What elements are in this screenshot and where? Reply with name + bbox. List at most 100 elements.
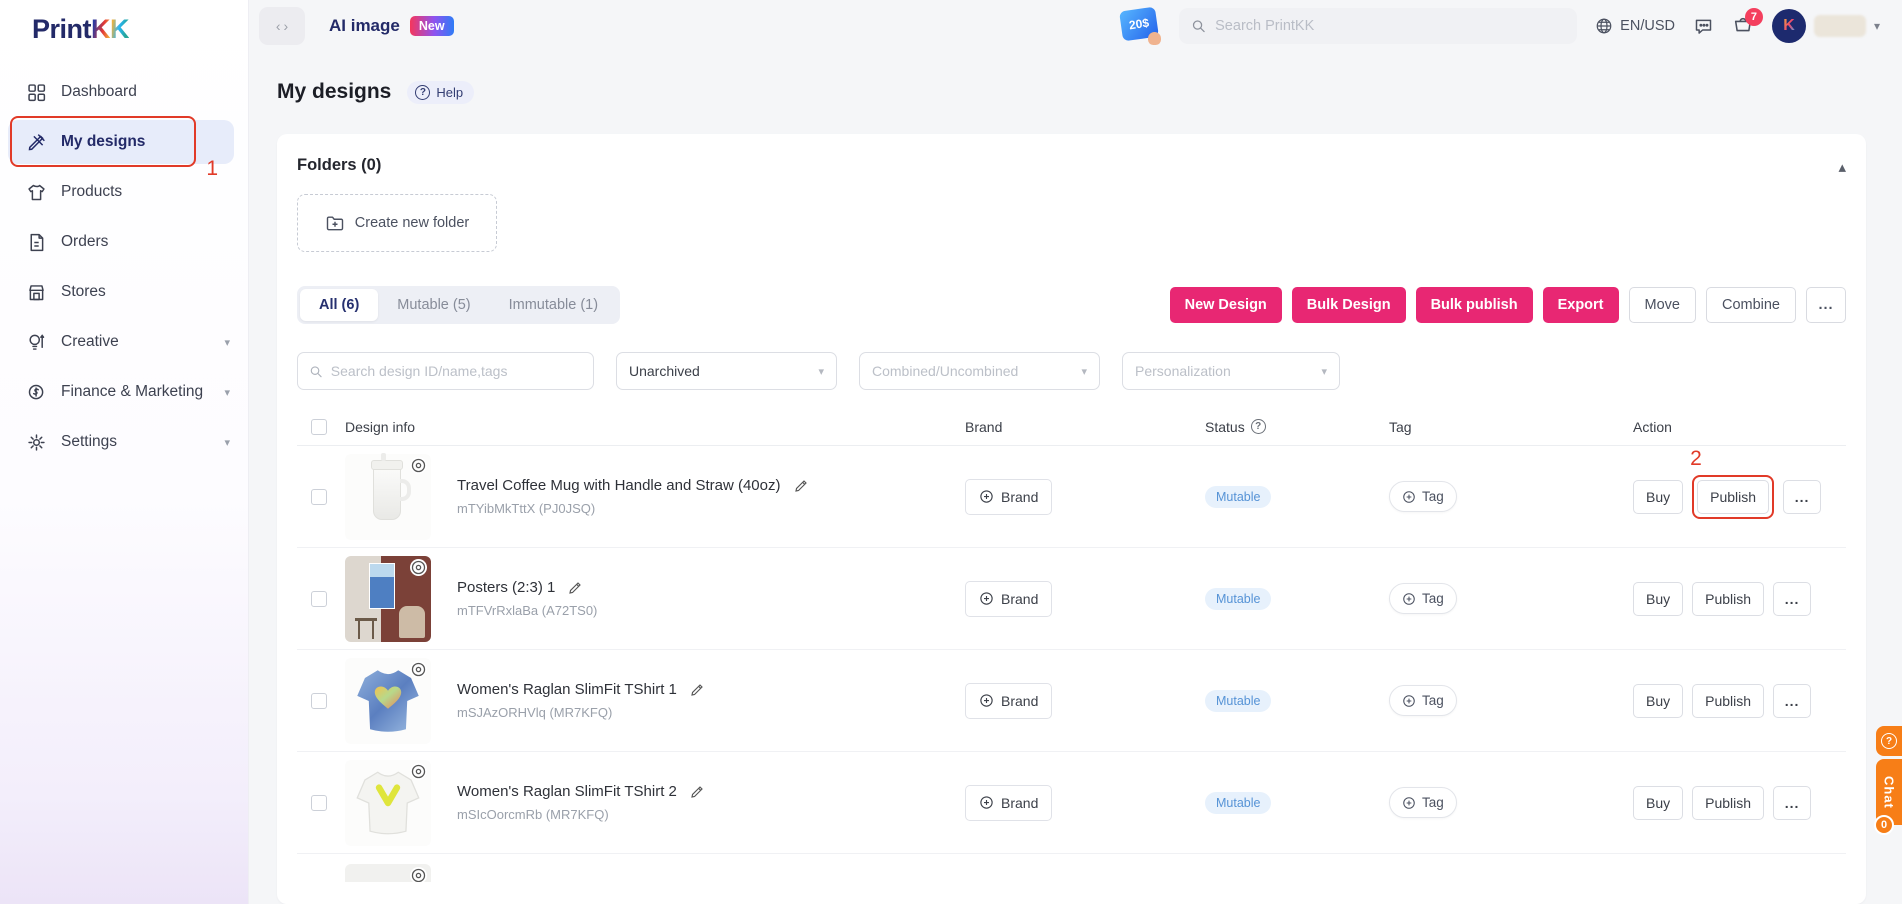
messages-button[interactable] (1693, 16, 1714, 37)
export-button[interactable]: Export (1543, 287, 1619, 323)
edit-icon[interactable] (689, 682, 705, 698)
design-thumbnail-partial[interactable] (345, 864, 431, 882)
design-thumbnail-mug[interactable] (345, 454, 431, 540)
edit-icon[interactable] (567, 580, 583, 596)
buy-button[interactable]: Buy (1633, 684, 1683, 718)
bulk-publish-button[interactable]: Bulk publish (1416, 287, 1533, 323)
status-badge: Mutable (1205, 588, 1271, 610)
tag-button-label: Tag (1422, 795, 1444, 810)
row-checkbox[interactable] (311, 489, 327, 505)
tag-button-label: Tag (1422, 693, 1444, 708)
sidebar-item-stores[interactable]: Stores (0, 267, 248, 317)
avatar-initial: K (1783, 17, 1795, 35)
chat-help-button[interactable]: ? (1876, 726, 1902, 756)
design-search-input[interactable] (331, 363, 582, 379)
brand-button[interactable]: Brand (965, 785, 1052, 821)
printkk-logo[interactable]: PrintKK (0, 0, 248, 45)
plus-circle-icon (979, 693, 994, 708)
toolbar-more-button[interactable]: ... (1806, 287, 1846, 323)
folders-section-header: Folders (0) ▴ (297, 150, 1846, 180)
buy-button[interactable]: Buy (1633, 582, 1683, 616)
design-id: mSIcOorcmRb (MR7KFQ) (457, 807, 705, 822)
store-icon (26, 282, 47, 303)
design-thumbnail-poster[interactable] (345, 556, 431, 642)
tag-button[interactable]: Tag (1389, 685, 1457, 716)
brand-button[interactable]: Brand (965, 683, 1052, 719)
chat-count-badge: 0 (1874, 815, 1894, 835)
buy-button[interactable]: Buy (1633, 786, 1683, 820)
preview-icon[interactable] (410, 763, 427, 780)
sidebar-item-label: Stores (61, 283, 106, 301)
folder-plus-icon (325, 213, 345, 233)
preview-icon[interactable] (410, 661, 427, 678)
design-name: Posters (2:3) 1 (457, 579, 555, 596)
personalization-filter-select[interactable]: Personalization ▾ (1122, 352, 1340, 390)
tab-mutable[interactable]: Mutable (5) (378, 289, 489, 321)
new-design-button[interactable]: New Design (1170, 287, 1282, 323)
design-id: mTFVrRxlaBa (A72TS0) (457, 603, 597, 618)
logo-text-print: Print (32, 14, 91, 45)
preview-icon[interactable] (410, 559, 427, 576)
sidebar-item-dashboard[interactable]: Dashboard (0, 67, 248, 117)
combined-filter-select[interactable]: Combined/Uncombined ▾ (859, 352, 1100, 390)
tab-immutable[interactable]: Immutable (1) (490, 289, 617, 321)
sidebar-item-products[interactable]: Products (0, 167, 248, 217)
tshirt-icon (26, 182, 47, 203)
archive-filter-select[interactable]: Unarchived ▾ (616, 352, 837, 390)
sidebar-item-orders[interactable]: Orders (0, 217, 248, 267)
design-thumbnail-tshirt-blue[interactable] (345, 658, 431, 744)
sidebar: PrintKK Dashboard My designs 1 Products … (0, 0, 249, 904)
sidebar-item-finance-marketing[interactable]: Finance & Marketing ▾ (0, 367, 248, 417)
annotation-step-2: 2 (1690, 447, 1702, 471)
global-search-input[interactable] (1215, 18, 1565, 34)
logo-text-kk: KK (91, 14, 129, 45)
row-more-button[interactable]: ... (1783, 480, 1821, 514)
tag-button[interactable]: Tag (1389, 787, 1457, 818)
chevron-down-icon: ▾ (224, 336, 230, 349)
edit-icon[interactable] (793, 478, 809, 494)
design-thumbnail-tshirt-white[interactable] (345, 760, 431, 846)
designs-toolbar: All (6) Mutable (5) Immutable (1) New De… (297, 286, 1846, 324)
tag-button[interactable]: Tag (1389, 481, 1457, 512)
bulk-design-button[interactable]: Bulk Design (1292, 287, 1406, 323)
mug-art (373, 466, 401, 520)
brand-button[interactable]: Brand (965, 581, 1052, 617)
create-folder-button[interactable]: Create new folder (297, 194, 497, 252)
buy-button[interactable]: Buy (1633, 480, 1683, 514)
row-more-button[interactable]: ... (1773, 684, 1811, 718)
select-all-checkbox[interactable] (311, 419, 327, 435)
tag-button-label: Tag (1422, 489, 1444, 504)
locale-switcher[interactable]: EN/USD (1595, 17, 1675, 35)
publish-button[interactable]: Publish (1692, 786, 1764, 820)
sidebar-collapse-button[interactable]: ‹› (259, 7, 305, 45)
edit-icon[interactable] (689, 784, 705, 800)
status-help-icon[interactable]: ? (1251, 419, 1266, 434)
sidebar-item-settings[interactable]: Settings ▾ (0, 417, 248, 467)
sidebar-item-creative[interactable]: Creative ▾ (0, 317, 248, 367)
coupon-icon[interactable]: 20$ (1121, 7, 1161, 45)
move-button[interactable]: Move (1629, 287, 1696, 323)
row-more-button[interactable]: ... (1773, 582, 1811, 616)
publish-button[interactable]: Publish (1692, 684, 1764, 718)
sidebar-item-my-designs[interactable]: My designs 1 (0, 117, 248, 167)
tab-all[interactable]: All (6) (300, 289, 378, 321)
help-button[interactable]: ? Help (407, 81, 474, 104)
new-badge: New (410, 16, 454, 36)
row-checkbox[interactable] (311, 693, 327, 709)
row-checkbox[interactable] (311, 591, 327, 607)
row-checkbox[interactable] (311, 795, 327, 811)
row-more-button[interactable]: ... (1773, 786, 1811, 820)
collapse-section-icon[interactable]: ▴ (1838, 158, 1846, 176)
preview-icon[interactable] (410, 457, 427, 474)
preview-icon[interactable] (410, 867, 427, 882)
folders-title: Folders (0) (297, 156, 381, 175)
table-header: Design info Brand Status? Tag Action (297, 408, 1846, 446)
ai-image-nav[interactable]: AI image New (329, 16, 454, 36)
combine-button[interactable]: Combine (1706, 287, 1796, 323)
brand-button[interactable]: Brand (965, 479, 1052, 515)
cart-button[interactable]: 7 (1732, 15, 1754, 37)
publish-button[interactable]: Publish (1692, 582, 1764, 616)
user-menu[interactable]: K ▾ (1772, 9, 1880, 43)
publish-button[interactable]: Publish (1697, 480, 1769, 514)
tag-button[interactable]: Tag (1389, 583, 1457, 614)
